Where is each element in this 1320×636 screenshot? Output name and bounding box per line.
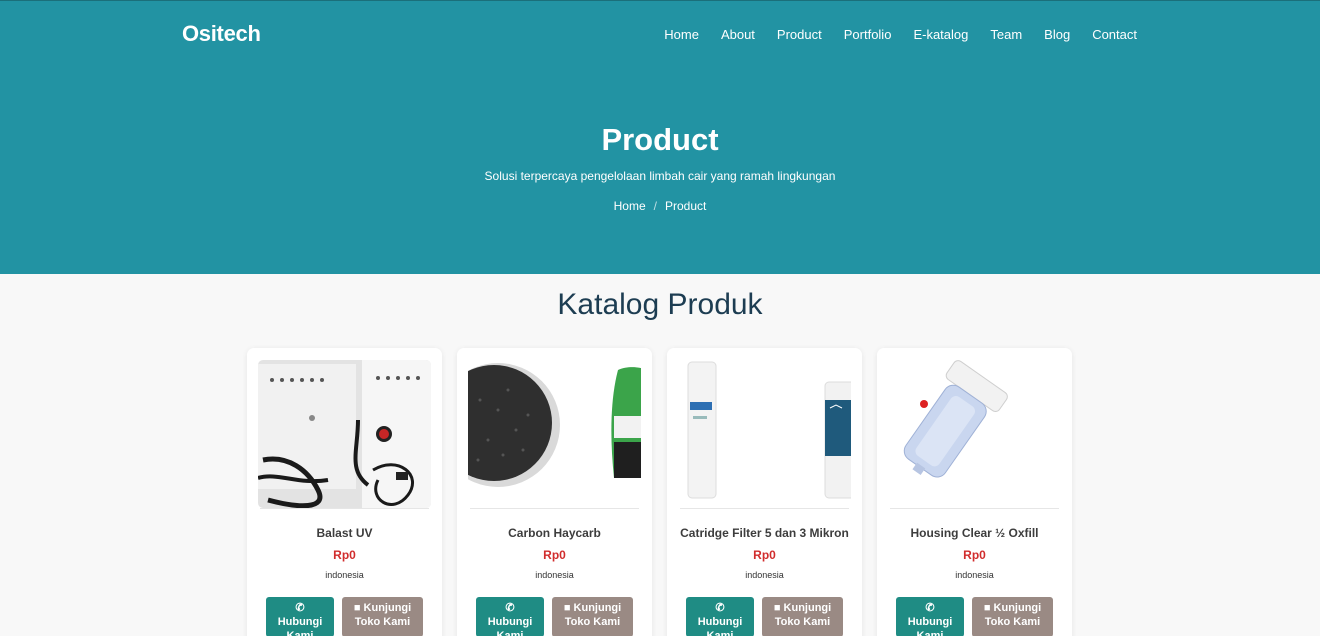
product-image-catridge-filter[interactable]	[678, 360, 851, 508]
main-nav: Home About Product Portfolio E-katalog T…	[664, 27, 1137, 42]
catalog-title: Katalog Produk	[557, 288, 763, 321]
product-card: Housing Clear ½ Oxfill Rp0 indonesia ✆ H…	[877, 348, 1072, 636]
product-price: Rp0	[543, 548, 566, 562]
visit-label: Kunjungi Toko Kami	[354, 602, 412, 628]
nav-home[interactable]: Home	[664, 27, 699, 42]
brand-logo[interactable]: Ositech	[182, 21, 261, 47]
breadcrumb: Home / Product	[0, 199, 1320, 213]
page-title: Product	[601, 122, 719, 157]
contact-label: Hubungi Kami	[697, 616, 743, 636]
product-image-balast-uv[interactable]	[258, 360, 431, 508]
visit-store-button[interactable]: ■ Kunjungi Toko Kami	[972, 597, 1053, 636]
card-divider	[680, 508, 849, 509]
contact-label: Hubungi Kami	[277, 616, 323, 636]
product-name[interactable]: Housing Clear ½ Oxfill	[877, 526, 1072, 540]
visit-store-button[interactable]: ■ Kunjungi Toko Kami	[762, 597, 843, 636]
card-actions: ✆ Hubungi Kami ■ Kunjungi Toko Kami	[896, 597, 1053, 636]
product-name[interactable]: Catridge Filter 5 dan 3 Mikron	[667, 526, 862, 540]
product-list: Balast UV Rp0 indonesia ✆ Hubungi Kami ■…	[247, 348, 1072, 636]
contact-button[interactable]: ✆ Hubungi Kami	[476, 597, 544, 636]
product-origin: indonesia	[535, 570, 574, 580]
phone-icon: ✆	[295, 602, 305, 614]
card-actions: ✆ Hubungi Kami ■ Kunjungi Toko Kami	[686, 597, 843, 636]
product-price: Rp0	[753, 548, 776, 562]
nav-contact[interactable]: Contact	[1092, 27, 1137, 42]
product-origin: indonesia	[955, 570, 994, 580]
contact-button[interactable]: ✆ Hubungi Kami	[896, 597, 964, 636]
hero-section: Ositech Home About Product Portfolio E-k…	[0, 0, 1320, 274]
visit-store-button[interactable]: ■ Kunjungi Toko Kami	[552, 597, 633, 636]
product-name[interactable]: Carbon Haycarb	[457, 526, 652, 540]
card-divider	[470, 508, 639, 509]
visit-store-button[interactable]: ■ Kunjungi Toko Kami	[342, 597, 423, 636]
shopping-bag-icon: ■	[563, 602, 571, 614]
product-card: Carbon Haycarb Rp0 indonesia ✆ Hubungi K…	[457, 348, 652, 636]
breadcrumb-separator: /	[653, 199, 657, 213]
product-price: Rp0	[963, 548, 986, 562]
shopping-bag-icon: ■	[773, 602, 781, 614]
phone-icon: ✆	[505, 602, 515, 614]
card-actions: ✆ Hubungi Kami ■ Kunjungi Toko Kami	[476, 597, 633, 636]
product-image-carbon-haycarb[interactable]	[468, 360, 641, 508]
contact-label: Hubungi Kami	[487, 616, 533, 636]
breadcrumb-current: Product	[665, 199, 707, 213]
phone-icon: ✆	[925, 602, 935, 614]
contact-button[interactable]: ✆ Hubungi Kami	[686, 597, 754, 636]
nav-e-katalog[interactable]: E-katalog	[913, 27, 968, 42]
card-actions: ✆ Hubungi Kami ■ Kunjungi Toko Kami	[266, 597, 423, 636]
nav-team[interactable]: Team	[990, 27, 1022, 42]
phone-icon: ✆	[715, 602, 725, 614]
nav-product[interactable]: Product	[777, 27, 822, 42]
visit-label: Kunjungi Toko Kami	[564, 602, 622, 628]
shopping-bag-icon: ■	[983, 602, 991, 614]
card-divider	[260, 508, 429, 509]
product-origin: indonesia	[325, 570, 364, 580]
product-name[interactable]: Balast UV	[247, 526, 442, 540]
card-divider	[890, 508, 1059, 509]
contact-label: Hubungi Kami	[907, 616, 953, 636]
page-subtitle: Solusi terpercaya pengelolaan limbah cai…	[484, 169, 836, 183]
product-image-housing-clear[interactable]	[888, 360, 1061, 508]
breadcrumb-home[interactable]: Home	[614, 199, 646, 213]
product-origin: indonesia	[745, 570, 784, 580]
nav-about[interactable]: About	[721, 27, 755, 42]
visit-label: Kunjungi Toko Kami	[774, 602, 832, 628]
visit-label: Kunjungi Toko Kami	[984, 602, 1042, 628]
nav-portfolio[interactable]: Portfolio	[844, 27, 892, 42]
shopping-bag-icon: ■	[353, 602, 361, 614]
contact-button[interactable]: ✆ Hubungi Kami	[266, 597, 334, 636]
product-card: Catridge Filter 5 dan 3 Mikron Rp0 indon…	[667, 348, 862, 636]
nav-blog[interactable]: Blog	[1044, 27, 1070, 42]
product-card: Balast UV Rp0 indonesia ✆ Hubungi Kami ■…	[247, 348, 442, 636]
product-price: Rp0	[333, 548, 356, 562]
